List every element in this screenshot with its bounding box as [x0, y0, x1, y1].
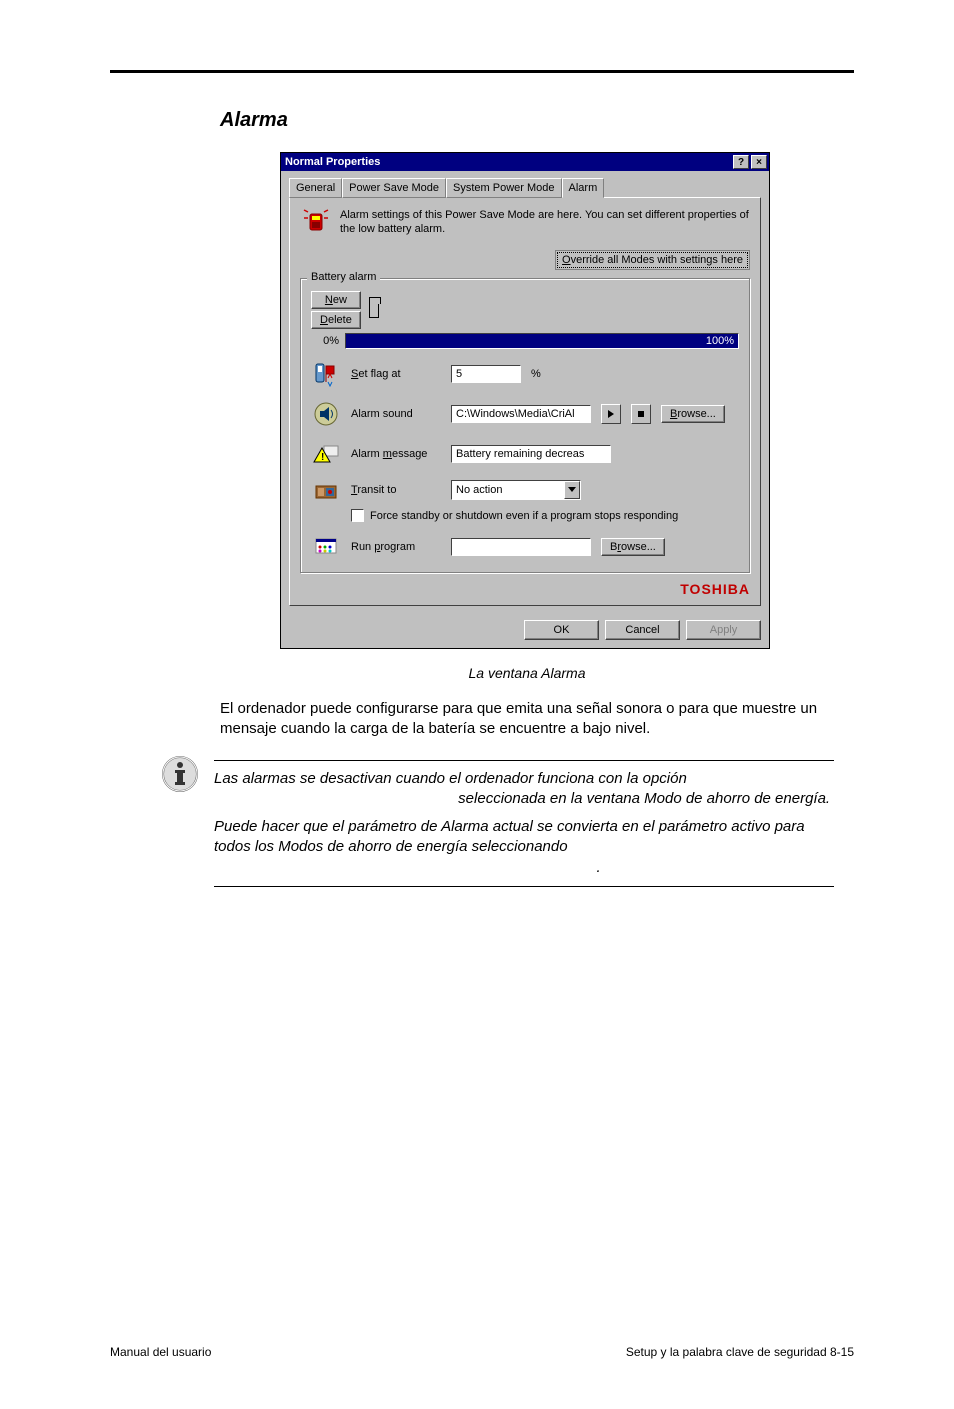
- note-p1: Las alarmas se desactivan cuando el orde…: [214, 769, 834, 810]
- scale-row: 0% 100%: [311, 333, 739, 349]
- tab-alarm[interactable]: Alarm: [562, 178, 605, 198]
- row-alarm-sound: Alarm sound Browse...: [311, 399, 739, 429]
- help-icon[interactable]: ?: [733, 155, 749, 169]
- force-label: Force standby or shutdown even if a prog…: [370, 510, 678, 522]
- percent-label: %: [531, 368, 541, 380]
- flag-icon: [311, 359, 341, 389]
- svg-text:!: !: [321, 452, 324, 463]
- warning-icon: !: [311, 439, 341, 469]
- figure-caption: La ventana Alarma: [220, 665, 834, 681]
- transit-value: No action: [452, 484, 564, 496]
- dialog-description: Alarm settings of this Power Save Mode a…: [340, 208, 750, 237]
- footer-right: Setup y la palabra clave de seguridad 8-…: [626, 1345, 854, 1359]
- row-run-program: Run program Browse...: [311, 532, 739, 562]
- row-alarm-message: ! Alarm message: [311, 439, 739, 469]
- browse-sound-button[interactable]: Browse...: [661, 405, 725, 423]
- new-button[interactable]: New: [311, 291, 361, 309]
- titlebar: Normal Properties ? ×: [281, 153, 769, 171]
- override-button[interactable]: Override all Modes with settings here: [555, 250, 750, 270]
- alarm-icon: [300, 208, 332, 240]
- cancel-button[interactable]: Cancel: [605, 620, 680, 640]
- body-paragraph: El ordenador puede configurarse para que…: [220, 699, 834, 740]
- run-program-input[interactable]: [451, 538, 591, 556]
- dialog-footer: OK Cancel Apply: [281, 614, 769, 648]
- top-rule: [110, 70, 854, 73]
- battery-alarm-group: Battery alarm New Delete 0% 100%: [300, 278, 750, 573]
- tab-power-save[interactable]: Power Save Mode: [342, 178, 446, 198]
- delete-button[interactable]: Delete: [311, 311, 361, 329]
- tab-system-power[interactable]: System Power Mode: [446, 178, 561, 198]
- note-block: Las alarmas se desactivan cuando el orde…: [160, 754, 834, 895]
- transit-label: Transit to: [351, 484, 441, 496]
- screenshot: Normal Properties ? × General Power Save…: [280, 152, 770, 649]
- alarm-sound-path[interactable]: [451, 405, 591, 423]
- dialog-window: Normal Properties ? × General Power Save…: [280, 152, 770, 649]
- alarm-message-label: Alarm message: [351, 448, 441, 460]
- play-button[interactable]: [601, 404, 621, 424]
- footer-left: Manual del usuario: [110, 1345, 211, 1359]
- scale-min: 0%: [311, 335, 339, 347]
- scale-bar[interactable]: 100%: [345, 333, 739, 349]
- close-icon[interactable]: ×: [751, 155, 767, 169]
- note-p2: Puede hacer que el parámetro de Alarma a…: [214, 817, 834, 878]
- row-force: Force standby or shutdown even if a prog…: [351, 509, 739, 522]
- row-transit: Transit to No action: [311, 475, 739, 505]
- speaker-icon: [311, 399, 341, 429]
- browse-program-button[interactable]: Browse...: [601, 538, 665, 556]
- set-flag-label: Set flag at: [351, 368, 441, 380]
- titlebar-text: Normal Properties: [285, 156, 731, 168]
- transit-select[interactable]: No action: [451, 480, 581, 500]
- alarm-sound-label: Alarm sound: [351, 408, 441, 420]
- ok-button[interactable]: OK: [524, 620, 599, 640]
- alarm-message-input[interactable]: [451, 445, 611, 463]
- tabs: General Power Save Mode System Power Mod…: [289, 178, 761, 198]
- note-top-rule: [214, 760, 834, 761]
- group-title: Battery alarm: [307, 271, 380, 283]
- section-title: Alarma: [220, 109, 854, 132]
- apply-button[interactable]: Apply: [686, 620, 761, 640]
- set-flag-input[interactable]: [451, 365, 521, 383]
- brand-logo: TOSHIBA: [300, 581, 750, 597]
- info-icon: [160, 754, 200, 794]
- force-checkbox[interactable]: [351, 509, 364, 522]
- chevron-down-icon: [564, 481, 580, 499]
- tab-general[interactable]: General: [289, 178, 342, 198]
- tab-panel: Alarm settings of this Power Save Mode a…: [289, 197, 761, 606]
- scale-max: 100%: [706, 335, 734, 347]
- note-bottom-rule: [214, 886, 834, 887]
- slider-handle[interactable]: [369, 302, 379, 318]
- transit-icon: [311, 475, 341, 505]
- page-footer: Manual del usuario Setup y la palabra cl…: [110, 1345, 854, 1359]
- program-icon: [311, 532, 341, 562]
- stop-button[interactable]: [631, 404, 651, 424]
- run-program-label: Run program: [351, 541, 441, 553]
- row-set-flag: Set flag at %: [311, 359, 739, 389]
